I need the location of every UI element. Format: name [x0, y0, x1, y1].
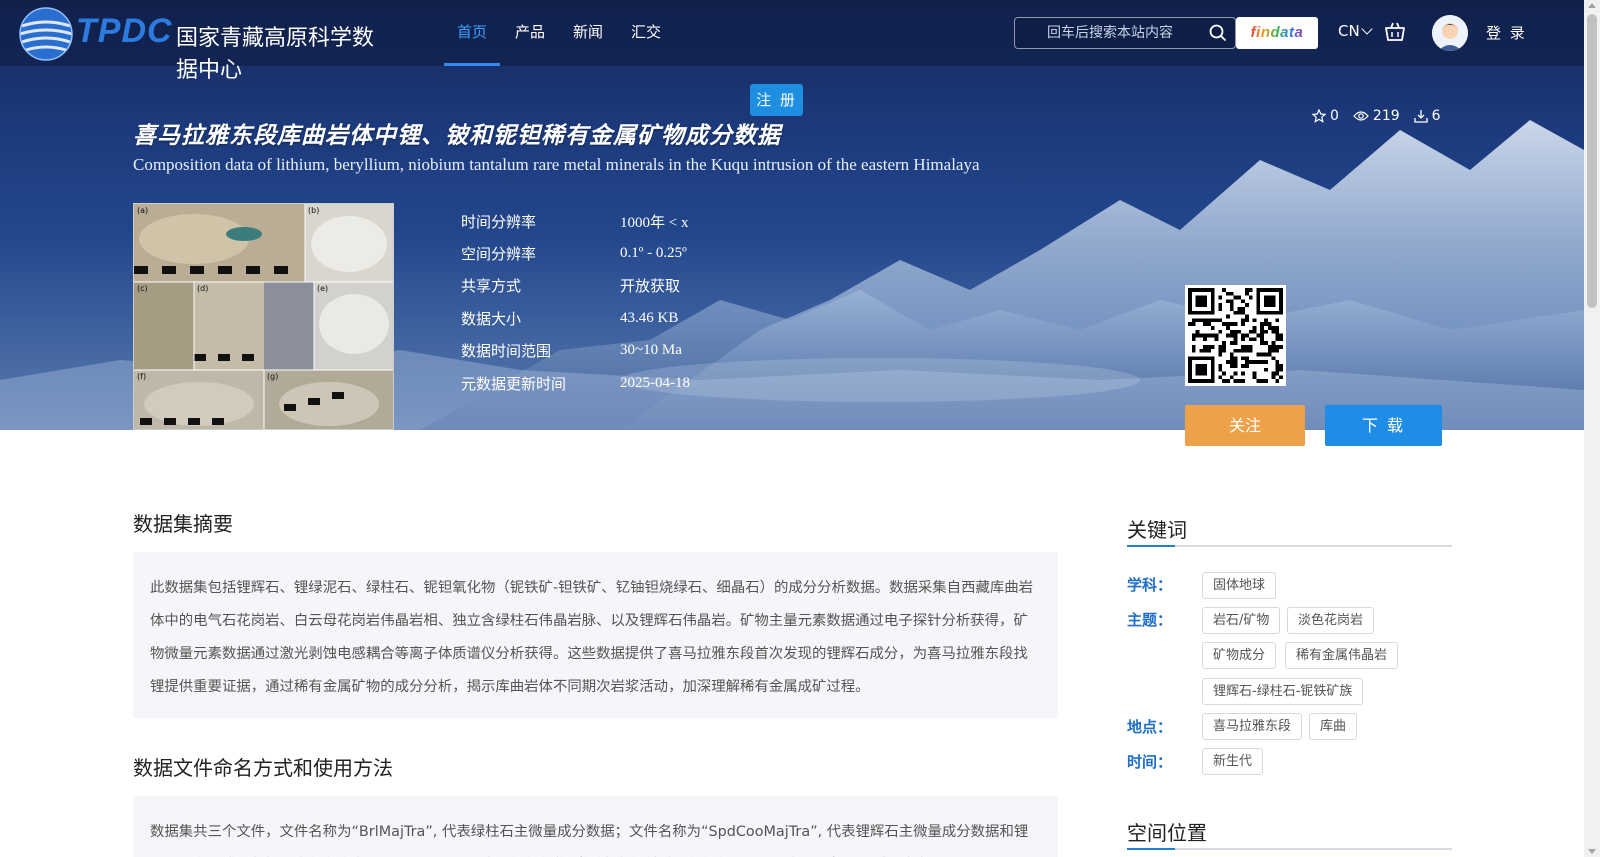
- search-input[interactable]: [1025, 18, 1195, 48]
- keyword-tag[interactable]: 固体地球: [1202, 572, 1277, 599]
- keyword-tag[interactable]: 新生代: [1202, 748, 1264, 775]
- location-divider: [1127, 848, 1452, 850]
- keyword-tag[interactable]: 喜马拉雅东段: [1202, 713, 1303, 740]
- meta-row: 数据大小 43.46 KB: [461, 302, 690, 334]
- meta-value: 43.46 KB: [620, 309, 679, 326]
- star-icon: [1312, 109, 1326, 123]
- keyword-label-theme: 主题：: [1127, 611, 1173, 629]
- meta-key: 数据时间范围: [461, 342, 552, 361]
- dataset-thumbnail[interactable]: (a) (b) (c) (d) (e) (f) (g): [133, 203, 394, 430]
- download-count-value: 6: [1431, 108, 1441, 124]
- meta-row: 数据时间范围 30~10 Ma: [461, 335, 690, 367]
- follow-button[interactable]: 关注: [1185, 405, 1305, 446]
- panel-label-b: (b): [308, 206, 319, 215]
- keyword-label-discipline: 学科：: [1127, 576, 1173, 594]
- nav-submit[interactable]: 汇交: [618, 0, 674, 66]
- panel-label-f: (f): [137, 372, 146, 381]
- language-label: CN: [1338, 22, 1360, 40]
- keyword-tag[interactable]: 稀有金属伟晶岩: [1285, 642, 1399, 669]
- findata-button[interactable]: findata: [1236, 17, 1318, 49]
- download-button[interactable]: 下 载: [1325, 405, 1442, 446]
- panel-label-d: (d): [197, 284, 208, 293]
- meta-value: 30~10 Ma: [620, 342, 682, 359]
- globe-logo-icon: [19, 7, 73, 61]
- nav-home[interactable]: 首页: [444, 0, 501, 66]
- download-count: 6: [1414, 108, 1441, 124]
- dataset-meta: 时间分辨率 1000年 < x 空间分辨率 0.1º - 0.25º 共享方式 …: [461, 205, 690, 399]
- keyword-tag[interactable]: 矿物成分: [1202, 642, 1277, 669]
- dataset-stats: 0 219 6: [1312, 108, 1455, 124]
- search-icon[interactable]: [1209, 24, 1227, 42]
- scroll-thumb[interactable]: [1587, 14, 1597, 308]
- logo-tpdc-text: TPDC: [76, 12, 173, 50]
- chevron-down-icon: [1361, 23, 1373, 35]
- qr-code: [1185, 285, 1286, 386]
- meta-key: 数据大小: [461, 309, 522, 328]
- meta-value: 2025-04-18: [620, 374, 690, 391]
- nav-news[interactable]: 新闻: [560, 0, 616, 66]
- site-logo[interactable]: TPDC 国家青藏高原科学数据中心: [14, 4, 394, 83]
- logo-cn-text: 国家青藏高原科学数据中心: [176, 26, 375, 83]
- meta-key: 时间分辨率: [461, 212, 537, 231]
- location-heading: 空间位置: [1127, 821, 1207, 845]
- meta-row: 共享方式 开放获取: [461, 270, 690, 302]
- page-scrollbar[interactable]: [1584, 0, 1600, 857]
- keywords-heading: 关键词: [1127, 518, 1187, 542]
- meta-value: 1000年 < x: [620, 214, 689, 231]
- register-button[interactable]: 注 册: [750, 84, 803, 116]
- meta-row: 元数据更新时间 2025-04-18: [461, 367, 690, 399]
- abstract-text: 此数据集包括锂辉石、锂绿泥石、绿柱石、铌钽氧化物（铌铁矿-钽铁矿、钇铀钽烧绿石、…: [133, 552, 1058, 718]
- meta-value: 0.1º - 0.25º: [620, 245, 687, 262]
- findata-label: findata: [1250, 24, 1304, 41]
- panel-label-g: (g): [267, 372, 278, 381]
- keyword-tag[interactable]: 锂辉石-绿柱石-铌铁矿族: [1202, 678, 1364, 705]
- download-icon: [1414, 110, 1428, 123]
- user-avatar[interactable]: [1432, 15, 1468, 51]
- language-switcher[interactable]: CN: [1338, 22, 1373, 40]
- meta-key: 元数据更新时间: [461, 374, 567, 393]
- keyword-label-location: 地点：: [1127, 718, 1173, 736]
- login-link[interactable]: 登 录: [1486, 22, 1527, 43]
- keyword-tag[interactable]: 岩石/矿物: [1202, 607, 1281, 634]
- keyword-label-time: 时间：: [1127, 753, 1173, 771]
- dataset-title-en: Composition data of lithium, beryllium, …: [133, 155, 980, 174]
- panel-label-c: (c): [137, 284, 148, 293]
- cart-icon[interactable]: [1384, 22, 1406, 42]
- keywords-divider: [1127, 545, 1452, 547]
- nav-products[interactable]: 产品: [502, 0, 558, 66]
- view-count: 219: [1353, 108, 1400, 124]
- search-box: [1014, 17, 1236, 49]
- usage-heading: 数据文件命名方式和使用方法: [133, 756, 393, 780]
- mineral-photo-mosaic: (a) (b) (c) (d) (e) (f) (g): [134, 204, 393, 429]
- eye-icon: [1353, 111, 1369, 121]
- dataset-title-cn: 喜马拉雅东段库曲岩体中锂、铍和铌钽稀有金属矿物成分数据: [133, 123, 781, 149]
- qr-code-image: [1188, 288, 1283, 383]
- star-count[interactable]: 0: [1312, 108, 1339, 124]
- view-count-value: 219: [1372, 108, 1400, 124]
- top-navbar: TPDC 国家青藏高原科学数据中心 首页 产品 新闻 汇交 findata CN: [0, 0, 1584, 83]
- meta-key: 空间分辨率: [461, 245, 537, 264]
- scroll-down-arrow-icon[interactable]: [1588, 849, 1596, 854]
- panel-label-a: (a): [137, 206, 148, 215]
- meta-row: 空间分辨率 0.1º - 0.25º: [461, 237, 690, 269]
- usage-text: 数据集共三个文件，文件名称为“BrlMajTra”, 代表绿柱石主微量成分数据；…: [133, 796, 1058, 857]
- main-nav: 首页 产品 新闻 汇交: [444, 0, 676, 66]
- scroll-up-arrow-icon[interactable]: [1588, 3, 1596, 8]
- meta-row: 时间分辨率 1000年 < x: [461, 205, 690, 237]
- meta-key: 共享方式: [461, 277, 522, 296]
- abstract-heading: 数据集摘要: [133, 512, 233, 536]
- keyword-tag[interactable]: 淡色花岗岩: [1287, 607, 1375, 634]
- avatar-icon: [1432, 15, 1468, 51]
- keyword-tag[interactable]: 库曲: [1309, 713, 1358, 740]
- meta-value: 开放获取: [620, 277, 681, 296]
- star-count-value: 0: [1330, 108, 1339, 124]
- panel-label-e: (e): [317, 284, 328, 293]
